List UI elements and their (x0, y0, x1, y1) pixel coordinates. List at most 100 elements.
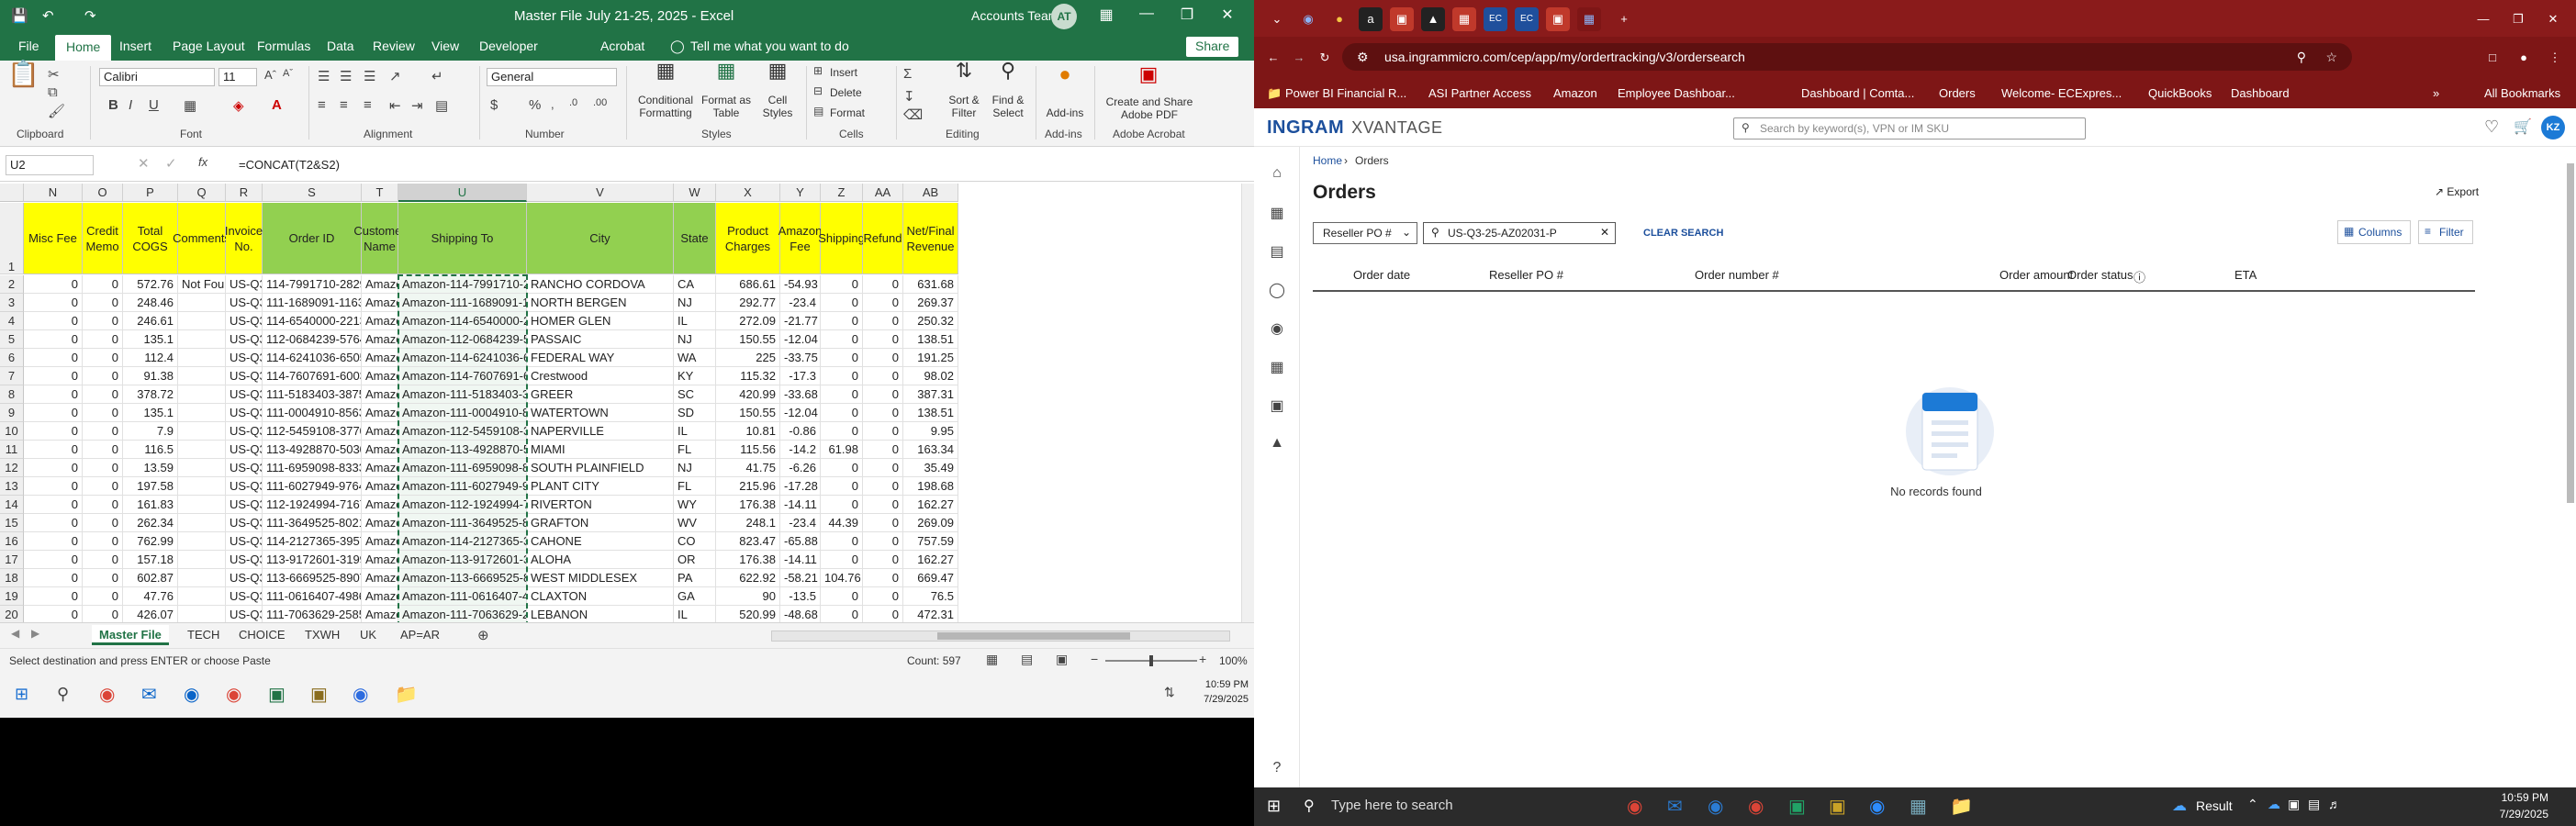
header-cell[interactable]: Shipping (818, 203, 865, 274)
table-cell[interactable]: FL (674, 441, 716, 459)
row-header[interactable]: 11 (0, 441, 24, 459)
filter-value-input[interactable]: ⚲ US-Q3-25-AZ02031-P ✕ (1423, 222, 1616, 244)
table-cell[interactable]: PLANT CITY (527, 477, 674, 496)
orders-icon[interactable]: ▤ (1267, 242, 1287, 262)
format-as-table-button[interactable]: Format as Table (700, 94, 753, 119)
ingram-logo[interactable]: INGRAM XVANTAGE (1267, 117, 1442, 139)
create-share-pdf-button[interactable]: Create and Share Adobe PDF (1102, 95, 1197, 121)
table-cell[interactable]: 138.51 (903, 330, 958, 349)
table-cell[interactable]: 7.9 (123, 422, 178, 441)
xvantage-search-input[interactable]: ⚲ Search by keyword(s), VPN or IM SKU (1733, 117, 2086, 140)
name-box[interactable]: U2 (6, 155, 94, 175)
table-cell[interactable]: 622.92 (716, 569, 780, 587)
calculator-icon[interactable]: ▦ (1910, 795, 1927, 818)
accounting-format-icon[interactable]: $ (490, 97, 498, 113)
header-cell[interactable]: Net/Final Revenue (903, 203, 958, 274)
col-order-number[interactable]: Order number # (1695, 268, 1779, 282)
table-cell[interactable]: US-Q3-25- (226, 441, 263, 459)
tab-favicon-icon[interactable]: ▲ (1421, 7, 1445, 31)
header-cell[interactable]: Shipping To (398, 203, 527, 274)
header-cell[interactable]: Comments (173, 203, 230, 274)
table-cell[interactable]: -23.4 (780, 514, 821, 532)
align-left-icon[interactable]: ≡ (318, 97, 326, 113)
row-header[interactable]: 15 (0, 514, 24, 532)
table-cell[interactable]: 0 (821, 422, 863, 441)
table-cell[interactable]: 163.34 (903, 441, 958, 459)
table-cell[interactable]: IL (674, 422, 716, 441)
increase-decimal-icon[interactable]: .0 (569, 97, 577, 108)
table-cell[interactable]: RANCHO CORDOVA (527, 275, 674, 294)
table-cell[interactable]: 198.68 (903, 477, 958, 496)
table-cell[interactable]: -33.68 (780, 385, 821, 404)
font-size-select[interactable]: 11 (218, 68, 257, 86)
table-cell[interactable]: 762.99 (123, 532, 178, 551)
table-cell[interactable]: IL (674, 606, 716, 622)
table-cell[interactable]: 44.39 (821, 514, 863, 532)
conditional-formatting-icon[interactable]: ▦ (635, 61, 696, 81)
table-cell[interactable]: 0 (83, 367, 123, 385)
table-cell[interactable]: HOMER GLEN (527, 312, 674, 330)
fill-icon[interactable]: ↧ (903, 88, 915, 105)
table-cell[interactable]: 0 (821, 404, 863, 422)
table-cell[interactable]: 0 (821, 294, 863, 312)
insert-function-icon[interactable]: fx (198, 155, 207, 169)
row-header[interactable]: 16 (0, 532, 24, 551)
table-cell[interactable]: 150.55 (716, 330, 780, 349)
tab-favicon-icon[interactable]: ▣ (1546, 7, 1570, 31)
column-header[interactable]: Y (780, 184, 821, 202)
analytics-icon[interactable]: ◉ (1267, 319, 1287, 340)
table-cell[interactable]: Not Found (178, 275, 226, 294)
table-cell[interactable]: CA (674, 275, 716, 294)
table-cell[interactable]: US-Q3-25- (226, 275, 263, 294)
table-cell[interactable]: Amazon- (362, 477, 398, 496)
taskbar-search-input[interactable]: Type here to search (1331, 798, 1453, 813)
find-select-button[interactable]: Find & Select (986, 94, 1030, 119)
table-cell[interactable]: 0 (863, 404, 903, 422)
table-cell[interactable]: 0 (83, 404, 123, 422)
table-cell[interactable]: 112.4 (123, 349, 178, 367)
app-icon[interactable]: ▣ (310, 683, 328, 706)
align-bottom-icon[interactable]: ☰ (364, 68, 375, 84)
returns-icon[interactable]: ▣ (1267, 396, 1287, 417)
table-cell[interactable]: KY (674, 367, 716, 385)
outlook-icon[interactable]: ✉ (141, 683, 157, 706)
table-cell[interactable]: 269.37 (903, 294, 958, 312)
align-top-icon[interactable]: ☰ (318, 68, 330, 84)
table-cell[interactable]: 292.77 (716, 294, 780, 312)
onedrive-icon[interactable]: ☁ (2268, 797, 2280, 812)
table-cell[interactable]: 0 (863, 275, 903, 294)
search-icon[interactable]: ⚲ (1304, 797, 1315, 815)
filter-type-select[interactable]: Reseller PO # ⌄ (1313, 222, 1417, 244)
table-cell[interactable]: Amazon- (362, 404, 398, 422)
format-painter-icon[interactable]: 🖌 (48, 103, 65, 119)
table-cell[interactable]: 0 (821, 367, 863, 385)
volume-icon[interactable]: ♬ (2328, 797, 2341, 811)
table-cell[interactable]: 112-0684239-5764254 (263, 330, 362, 349)
zoom-thumb[interactable] (1149, 655, 1153, 666)
table-cell[interactable]: 113-9172601-3199410 (263, 551, 362, 569)
extensions-icon[interactable]: □ (2481, 46, 2504, 70)
table-cell[interactable]: 378.72 (123, 385, 178, 404)
file-explorer-icon[interactable]: 📁 (1950, 795, 1973, 818)
table-cell[interactable]: -14.11 (780, 551, 821, 569)
table-cell[interactable]: Amazon- (362, 294, 398, 312)
cell-styles-button[interactable]: Cell Styles (756, 94, 799, 119)
table-cell[interactable]: 0 (24, 349, 83, 367)
breadcrumb-home[interactable]: Home (1313, 154, 1342, 167)
tab-page-layout[interactable]: Page Layout (173, 39, 245, 53)
minimize-icon[interactable]: — (1133, 6, 1160, 22)
table-cell[interactable]: 0 (83, 294, 123, 312)
table-cell[interactable]: Crestwood (527, 367, 674, 385)
tab-favicon-icon[interactable]: ◉ (1296, 7, 1320, 31)
table-cell[interactable]: 98.02 (903, 367, 958, 385)
column-header[interactable]: O (83, 184, 123, 202)
table-cell[interactable] (178, 312, 226, 330)
table-cell[interactable]: -58.21 (780, 569, 821, 587)
table-cell[interactable]: -33.75 (780, 349, 821, 367)
table-cell[interactable]: 472.31 (903, 606, 958, 622)
table-cell[interactable]: 0 (24, 330, 83, 349)
table-cell[interactable]: 115.32 (716, 367, 780, 385)
find-select-icon[interactable]: ⚲ (990, 61, 1026, 81)
row-header[interactable]: 13 (0, 477, 24, 496)
table-cell[interactable]: 0 (24, 441, 83, 459)
